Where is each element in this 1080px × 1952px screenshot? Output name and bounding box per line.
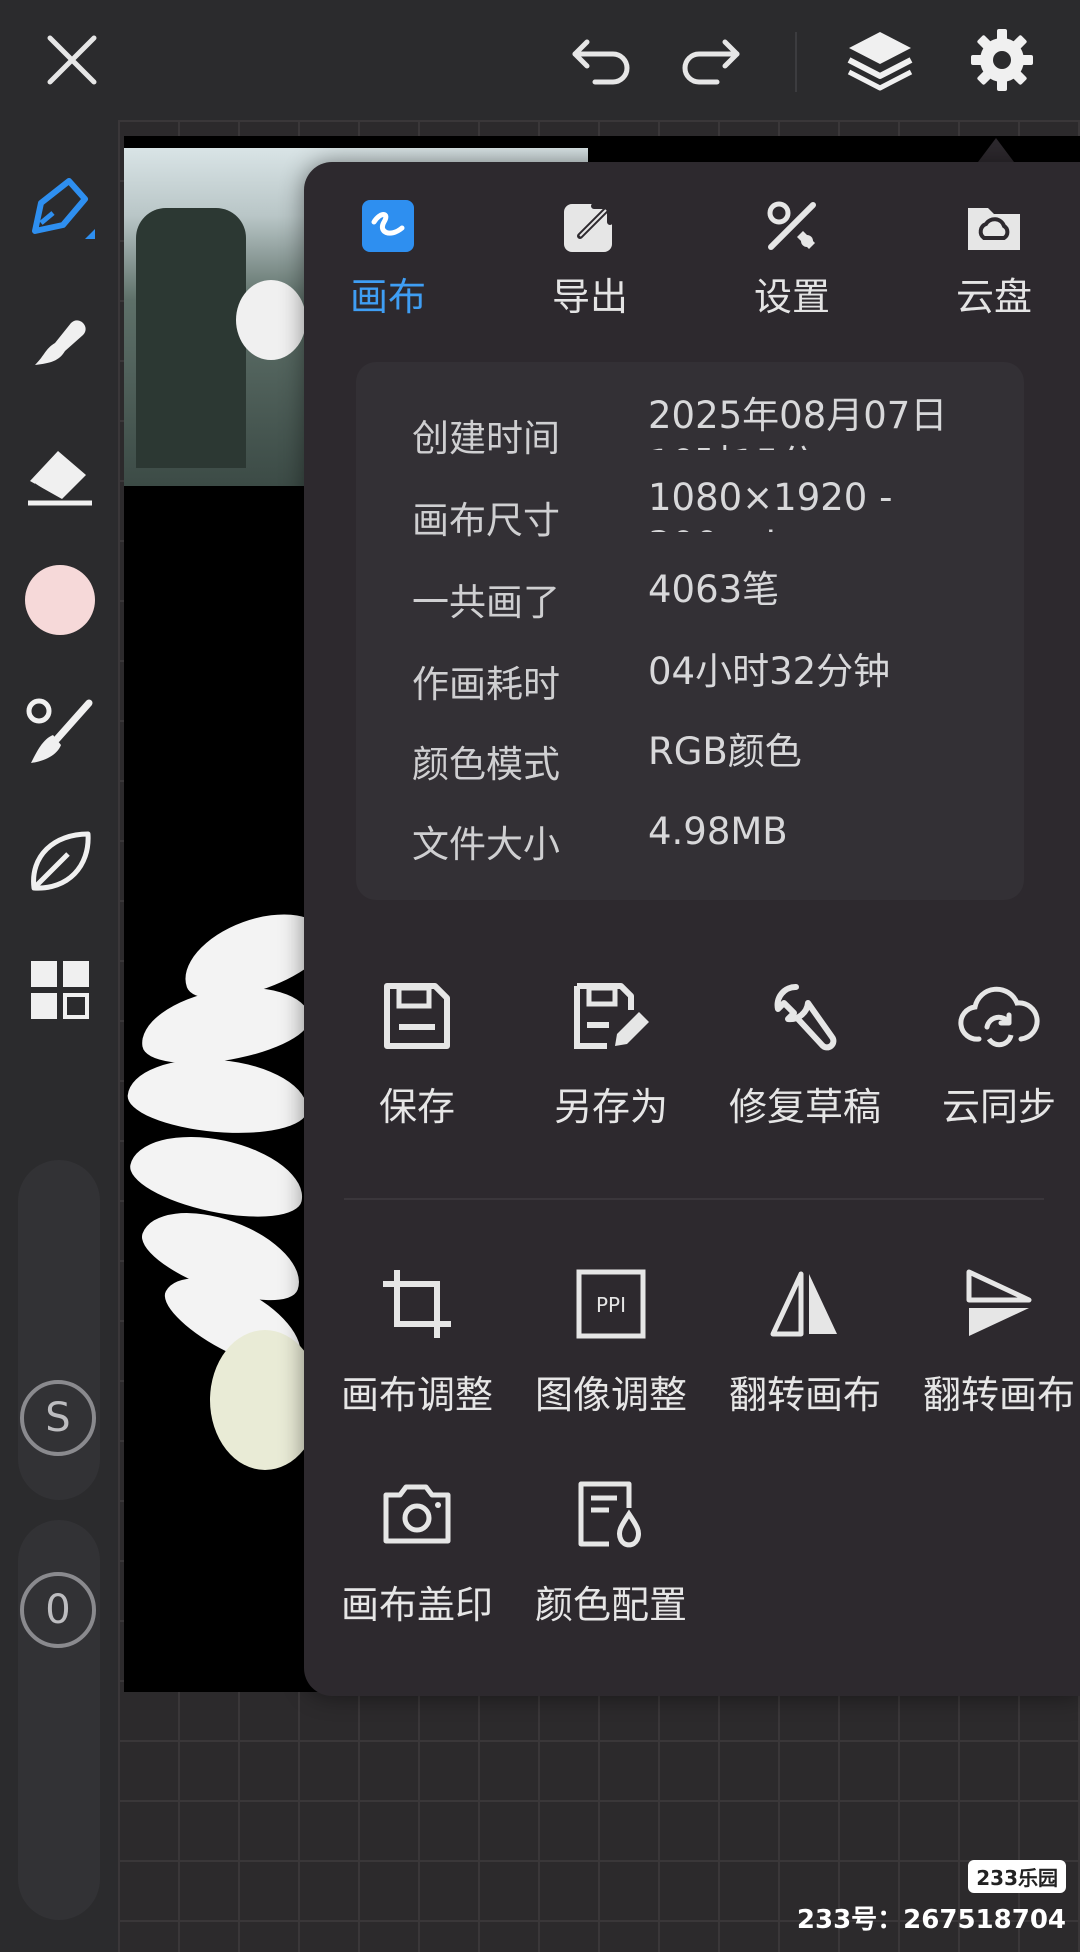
tab-label: 画布: [349, 275, 426, 319]
size-button[interactable]: S: [20, 1380, 96, 1456]
flip-horizontal-icon: [763, 1262, 847, 1346]
left-toolbar: S 0: [0, 120, 118, 1952]
info-value: 04小时32分钟: [648, 650, 891, 693]
leaf-icon[interactable]: [20, 822, 100, 902]
info-value: RGB颜色: [648, 730, 802, 773]
info-key: 颜色模式: [412, 743, 560, 786]
crop-icon: [375, 1262, 459, 1346]
watermark: 233乐园 233号：267518704: [797, 1860, 1066, 1936]
info-value: 4063笔: [648, 568, 780, 611]
action-label: 画布调整: [340, 1373, 493, 1417]
info-key: 文件大小: [412, 823, 560, 866]
brush-icon[interactable]: [20, 692, 100, 772]
action-label: 图像调整: [534, 1373, 687, 1417]
ppi-icon: PPI: [569, 1262, 653, 1346]
save-button[interactable]: 保存: [322, 974, 512, 1131]
flip-horizontal-button[interactable]: 翻转画布: [710, 1262, 900, 1419]
info-value: 1080×1920 - 300ppi: [648, 476, 893, 532]
tab-cloud-drive[interactable]: 云盘: [914, 194, 1074, 321]
cloud-drive-icon: [962, 194, 1026, 258]
watermark-logo: 233乐园: [968, 1860, 1066, 1893]
pen-icon[interactable]: [20, 170, 100, 250]
info-row: 一共画了 4063笔: [412, 556, 1012, 626]
info-key: 一共画了: [412, 581, 560, 624]
top-toolbar: [0, 0, 1080, 120]
grid-icon[interactable]: [20, 950, 100, 1030]
info-row: 画布尺寸 1080×1920 - 300ppi: [412, 474, 1012, 544]
action-label: 画布盖印: [340, 1583, 493, 1627]
artwork-pillar: [136, 208, 246, 468]
canvas-menu-panel: 画布 导出 设置 云盘 创建时间 2025年08月07日 10时15分 画布: [304, 162, 1080, 1696]
action-label: 修复草稿: [728, 1085, 881, 1129]
repair-draft-button[interactable]: 修复草稿: [710, 974, 900, 1131]
info-key: 创建时间: [412, 417, 560, 460]
close-icon[interactable]: [34, 22, 110, 98]
watermark-text: 233号：267518704: [796, 1905, 1066, 1935]
tab-settings[interactable]: 设置: [712, 194, 872, 321]
tab-label: 设置: [753, 275, 830, 319]
layers-icon[interactable]: [842, 22, 918, 98]
svg-text:PPI: PPI: [596, 1293, 626, 1317]
action-label: 颜色配置: [534, 1583, 687, 1627]
info-key: 作画耗时: [412, 663, 560, 706]
info-row: 创建时间 2025年08月07日 10时15分: [412, 392, 1012, 462]
gear-icon[interactable]: [964, 22, 1040, 98]
camera-icon: [375, 1472, 459, 1556]
image-adjust-button[interactable]: PPI 图像调整: [516, 1262, 706, 1419]
color-swatch[interactable]: [20, 560, 100, 640]
panel-divider: [344, 1198, 1044, 1200]
info-key: 画布尺寸: [412, 499, 560, 542]
info-row: 颜色模式 RGB颜色: [412, 718, 1012, 788]
color-config-icon: [569, 1472, 653, 1556]
artwork-wing: [236, 280, 306, 360]
tab-canvas[interactable]: 画布: [308, 194, 468, 321]
wrench-icon: [763, 974, 847, 1058]
info-row: 文件大小 4.98MB: [412, 798, 1012, 868]
color-config-button[interactable]: 颜色配置: [516, 1472, 706, 1629]
cloud-sync-button[interactable]: 云同步: [904, 974, 1080, 1131]
info-value: 2025年08月07日 10时15分: [648, 394, 948, 450]
flip-vertical-button[interactable]: 翻转画布: [904, 1262, 1080, 1419]
canvas-info-card: 创建时间 2025年08月07日 10时15分 画布尺寸 1080×1920 -…: [356, 362, 1024, 900]
cloud-sync-icon: [957, 974, 1041, 1058]
undo-icon[interactable]: [564, 22, 640, 98]
save-as-button[interactable]: 另存为: [516, 974, 706, 1131]
opacity-button[interactable]: 0: [20, 1572, 96, 1648]
action-label: 保存: [378, 1085, 455, 1129]
tab-label: 导出: [551, 275, 628, 319]
flip-vertical-icon: [957, 1262, 1041, 1346]
export-icon: [558, 194, 622, 258]
panel-tabs: 画布 导出 设置 云盘: [304, 162, 1080, 337]
eraser-icon[interactable]: [20, 434, 100, 514]
info-value: 4.98MB: [648, 810, 788, 853]
action-label: 另存为: [553, 1085, 668, 1129]
toolbar-divider: [795, 32, 797, 92]
info-row: 作画耗时 04小时32分钟: [412, 638, 1012, 708]
smudge-icon[interactable]: [20, 304, 100, 384]
canvas-stamp-button[interactable]: 画布盖印: [322, 1472, 512, 1629]
canvas-adjust-button[interactable]: 画布调整: [322, 1262, 512, 1419]
action-label: 云同步: [941, 1085, 1056, 1129]
action-label: 翻转画布: [922, 1373, 1075, 1417]
canvas-icon: [356, 194, 420, 258]
save-as-icon: [569, 974, 653, 1058]
action-label: 翻转画布: [728, 1373, 881, 1417]
save-icon: [375, 974, 459, 1058]
tab-export[interactable]: 导出: [510, 194, 670, 321]
settings-tools-icon: [760, 194, 824, 258]
tab-label: 云盘: [955, 275, 1032, 319]
redo-icon[interactable]: [672, 22, 748, 98]
panel-pointer: [978, 138, 1014, 162]
